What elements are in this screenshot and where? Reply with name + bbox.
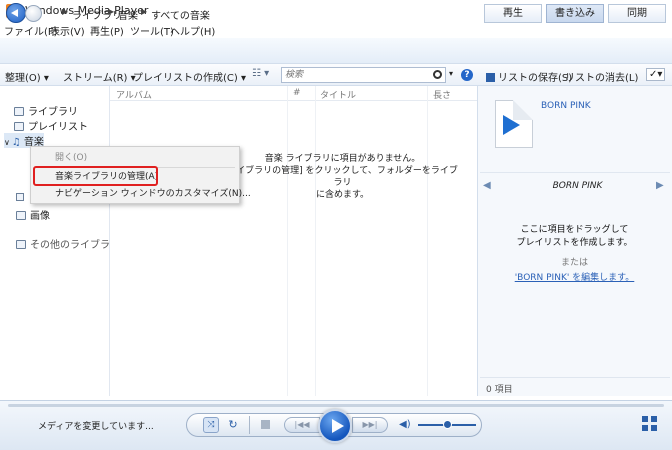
menu-help[interactable]: ヘルプ(H) <box>170 23 215 38</box>
repeat-button[interactable]: ↻ <box>226 418 240 432</box>
play-icon <box>503 115 520 135</box>
breadcrumb-music[interactable]: 音楽 <box>118 7 138 22</box>
tab-burn[interactable]: 書き込み <box>546 4 604 23</box>
status-text: メディアを変更しています... <box>38 422 154 432</box>
breadcrumb-arrow-icon: ▶ <box>141 7 148 16</box>
navigation-bar <box>0 38 672 64</box>
column-divider <box>287 86 288 396</box>
column-divider <box>427 86 428 396</box>
empty-library-message: 音楽 ライブラリに項目がありません。 ライブラリの管理] をクリックして、フォル… <box>227 154 458 200</box>
save-icon <box>486 73 495 82</box>
back-button[interactable] <box>6 3 26 23</box>
library-icon <box>14 107 24 116</box>
column-length[interactable]: 長さ <box>433 88 451 101</box>
tab-play[interactable]: 再生 <box>484 4 542 23</box>
burn-list-name: BORN PINK <box>552 181 603 191</box>
edit-list-link[interactable]: 'BORN PINK' を編集します。 <box>482 270 667 283</box>
stop-button[interactable] <box>261 420 270 429</box>
or-label: または <box>560 258 588 268</box>
column-number[interactable]: # <box>293 88 301 98</box>
seek-bar[interactable] <box>8 404 664 407</box>
video-icon <box>16 193 24 201</box>
breadcrumb-all-music[interactable]: すべての音楽 <box>151 7 210 22</box>
column-divider <box>315 86 316 396</box>
nav-images[interactable]: 画像 <box>16 207 50 222</box>
search-dropdown-icon[interactable]: ▾ <box>449 69 453 78</box>
nav-other-libraries[interactable]: その他のライブラリ <box>16 236 120 251</box>
volume-slider-thumb[interactable] <box>442 420 452 429</box>
content-pane <box>110 86 477 396</box>
organize-button[interactable]: 整理(O) ▾ <box>5 69 49 84</box>
nav-library[interactable]: ライブラリ <box>14 103 78 118</box>
help-icon[interactable]: ? <box>461 69 473 81</box>
divider <box>249 416 250 434</box>
create-playlist-button[interactable]: プレイリストの作成(C) ▾ <box>133 69 246 84</box>
expand-chevron-icon: ∨ <box>4 138 10 147</box>
next-button[interactable]: ▶▶| <box>352 417 388 433</box>
context-menu-open[interactable]: 開く(O) <box>31 150 239 166</box>
forward-button[interactable] <box>25 5 42 22</box>
list-options-button[interactable]: ✓▾ <box>646 68 666 81</box>
search-input[interactable] <box>285 69 425 81</box>
menu-tools[interactable]: ツール(T) <box>130 23 174 38</box>
switch-to-now-playing-icon[interactable] <box>642 416 658 432</box>
next-list-arrow-icon[interactable]: ▶ <box>656 180 664 191</box>
playlist-icon <box>14 122 24 131</box>
divider <box>480 172 670 173</box>
search-icon[interactable] <box>433 70 442 79</box>
previous-list-arrow-icon[interactable]: ◀ <box>483 180 491 191</box>
previous-button[interactable]: |◀◀ <box>284 417 320 433</box>
nav-playlists[interactable]: プレイリスト <box>14 118 88 133</box>
column-album[interactable]: アルバム <box>116 88 152 101</box>
volume-icon[interactable]: ◀) <box>399 419 411 430</box>
column-title[interactable]: タイトル <box>320 88 356 101</box>
stream-button[interactable]: ストリーム(R) ▾ <box>63 69 136 84</box>
play-button[interactable] <box>318 409 352 443</box>
view-options-icon[interactable]: ☷ ▾ <box>252 68 269 79</box>
highlight-box <box>33 166 158 186</box>
item-count: 0 項目 <box>486 385 513 395</box>
menu-view[interactable]: 表示(V) <box>50 23 85 38</box>
menu-play[interactable]: 再生(P) <box>90 23 124 38</box>
image-icon <box>16 211 26 220</box>
drag-hint: ここに項目をドラッグして プレイリストを作成します。 <box>516 225 633 248</box>
music-note-icon: ♫ <box>11 137 21 148</box>
divider <box>480 377 670 378</box>
tab-sync[interactable]: 同期 <box>608 4 666 23</box>
other-library-icon <box>16 240 26 249</box>
shuffle-button[interactable]: ⤨ <box>203 417 219 433</box>
menu-bar: ファイル(F) 表示(V) 再生(P) ツール(T) ヘルプ(H) <box>0 22 672 38</box>
context-menu-customize-nav[interactable]: ナビゲーション ウィンドウのカスタマイズ(N)... <box>31 186 251 202</box>
save-list-button[interactable]: リストの保存(S) <box>486 69 572 84</box>
column-header: アルバム # タイトル 長さ <box>110 86 477 101</box>
clear-list-button[interactable]: リストの消去(L) <box>565 69 638 84</box>
breadcrumb-arrow-icon: ▶ <box>108 7 115 16</box>
breadcrumb-arrow-icon: ▶ <box>62 7 69 16</box>
breadcrumb-library[interactable]: ライブラリ <box>72 7 122 22</box>
search-box[interactable] <box>281 67 446 83</box>
burn-list-title[interactable]: BORN PINK <box>541 101 591 111</box>
